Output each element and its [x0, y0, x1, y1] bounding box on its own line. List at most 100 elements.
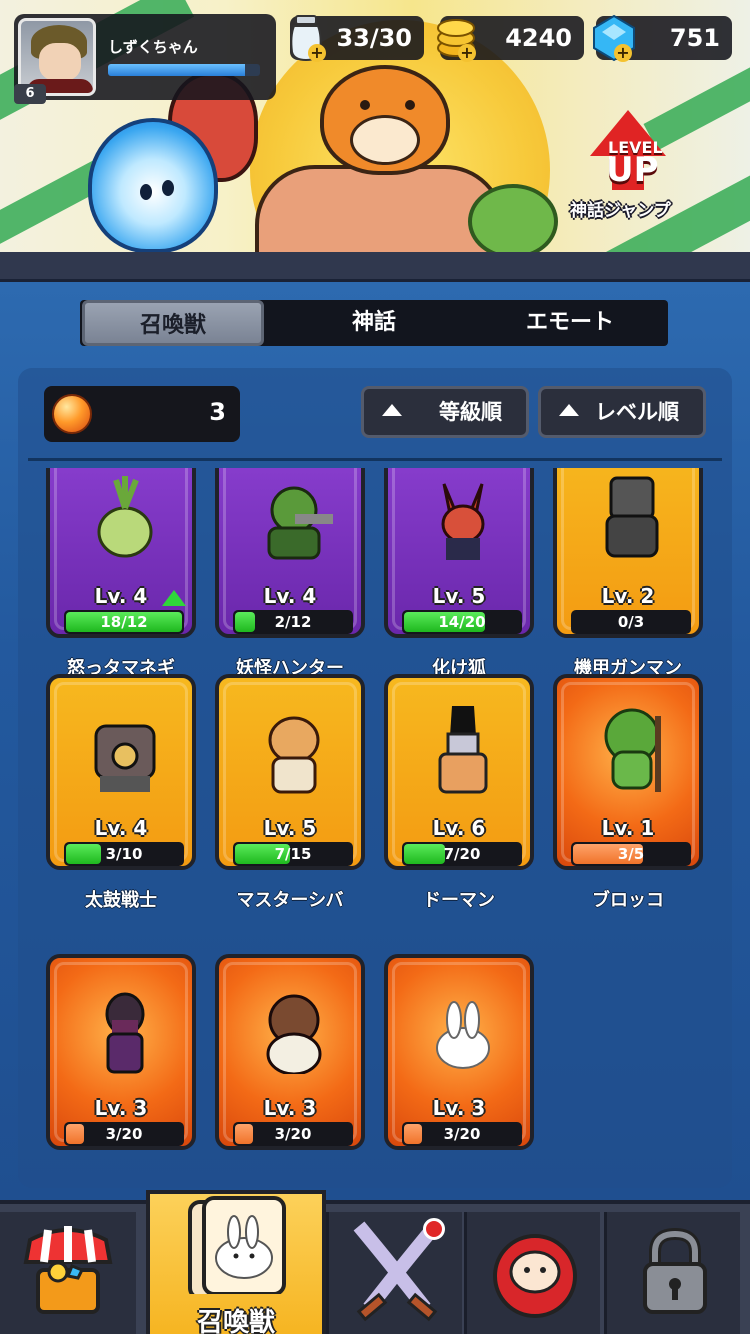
upgrade-arrow-icon — [162, 590, 186, 606]
banner-divider — [0, 252, 750, 282]
coin-add-icon[interactable]: + — [458, 44, 476, 62]
summon-card[interactable]: Lv. 4 18/12 — [46, 468, 196, 638]
card-progress-bar: 3/10 — [64, 842, 184, 866]
level-up-promo[interactable]: LEVEL UP 神話ジャンプ — [570, 100, 700, 225]
sort-by-level-label: レベル順 — [595, 400, 679, 424]
tab-emote[interactable]: エモート — [472, 300, 668, 346]
summon-name: ブロッコ — [592, 890, 664, 911]
card-progress-bar: 3/20 — [64, 1122, 184, 1146]
gem-counter[interactable]: + 751 — [593, 14, 732, 62]
sort-by-grade-button[interactable]: 等級順 — [361, 386, 529, 438]
card-level: Lv. 6 — [432, 816, 486, 840]
card-progress-bar: 3/5 — [571, 842, 691, 866]
bottom-nav: 召喚獣 — [0, 1190, 750, 1334]
summon-name: ドーマン — [423, 890, 495, 911]
summon-card[interactable]: Lv. 6 7/20 — [384, 674, 534, 870]
card-progress-text: 2/12 — [274, 613, 312, 631]
gem-add-icon[interactable]: + — [614, 44, 632, 62]
ghost-eye — [140, 184, 152, 200]
nav-battle[interactable] — [326, 1212, 462, 1334]
card-progress-text: 0/3 — [617, 613, 645, 631]
ghost-eye — [162, 180, 174, 196]
coin-counter[interactable]: + 4240 — [437, 16, 584, 62]
hero-banner[interactable]: 6 しずくちゃん + 33/30 + 4240 + 751 LEVEL UP 神… — [0, 0, 750, 252]
summon-card-grid: Lv. 4 18/12 怒っタマネギ Lv. 4 2/12 妖怪ハンター Lv. 5 14/2… — [18, 468, 732, 1188]
nav-summons[interactable]: 召喚獣 — [146, 1190, 326, 1334]
nav-daruma[interactable] — [464, 1212, 600, 1334]
card-level: Lv. 3 — [432, 1096, 486, 1120]
card-progress-text: 18/12 — [100, 613, 148, 631]
stamina-add-icon[interactable]: + — [308, 44, 326, 62]
summon-card[interactable]: Lv. 4 2/12 — [215, 468, 365, 638]
card-progress-text: 3/10 — [105, 845, 143, 863]
padlock-icon — [643, 1227, 707, 1314]
summon-card[interactable]: Lv. 4 3/10 — [46, 674, 196, 870]
orb-count: 3 — [209, 398, 226, 426]
xp-bar — [108, 64, 260, 76]
tab-bar: 召喚獣 神話 エモート — [80, 300, 668, 346]
summon-portrait — [97, 476, 153, 558]
card-progress-bar: 7/15 — [233, 842, 353, 866]
player-profile[interactable]: 6 しずくちゃん — [14, 14, 276, 104]
collection-panel: 3 等級順 レベル順 Lv. 4 18/12 怒っタマネギ Lv. 4 2/12 妖怪ハン… — [18, 368, 732, 1188]
summon-portrait — [605, 476, 659, 558]
tiger-muzzle — [350, 115, 420, 165]
blue-ghost-character — [88, 118, 218, 252]
summon-portrait — [266, 994, 322, 1074]
card-level: Lv. 2 — [601, 584, 655, 608]
tab-myth[interactable]: 神話 — [276, 300, 472, 346]
shop-stall-icon — [23, 1226, 113, 1314]
card-progress-text: 3/20 — [105, 1125, 143, 1143]
summon-card[interactable]: Lv. 2 0/3 — [553, 468, 703, 638]
sort-by-level-button[interactable]: レベル順 — [538, 386, 706, 438]
tiger-body — [255, 165, 505, 252]
tiger-eye — [405, 100, 415, 110]
summon-portrait — [441, 483, 485, 560]
coin-value: 4240 — [505, 24, 572, 52]
card-progress-bar: 2/12 — [233, 610, 353, 634]
broccoli-character — [468, 184, 558, 252]
player-name: しずくちゃん — [108, 38, 198, 56]
summon-portrait — [105, 992, 145, 1074]
card-progress-bar: 3/20 — [233, 1122, 353, 1146]
summon-card[interactable]: Lv. 3 3/20 — [384, 954, 534, 1150]
nav-locked[interactable] — [604, 1212, 740, 1334]
card-level: Lv. 3 — [263, 1096, 317, 1120]
card-progress-text: 14/20 — [438, 613, 486, 631]
card-progress-bar: 18/12 — [64, 610, 184, 634]
daruma-icon — [493, 1234, 577, 1318]
summon-portrait — [438, 706, 488, 794]
card-progress-text: 3/20 — [274, 1125, 312, 1143]
orb-counter: 3 — [44, 386, 240, 442]
level-up-big-text: UP — [606, 150, 659, 190]
battle-notification-badge — [423, 1218, 445, 1240]
card-level: Lv. 1 — [601, 816, 655, 840]
xp-bar-fill — [108, 64, 245, 76]
card-progress-text: 3/20 — [443, 1125, 481, 1143]
panel-separator — [28, 458, 722, 461]
summon-name: 太鼓戦士 — [85, 890, 157, 911]
summon-card[interactable]: Lv. 5 7/15 — [215, 674, 365, 870]
card-progress-text: 7/20 — [443, 845, 481, 863]
summon-name: マスターシバ — [236, 890, 344, 911]
stamina-counter[interactable]: + 33/30 — [290, 15, 424, 62]
tab-summons[interactable]: 召喚獣 — [82, 300, 264, 346]
card-progress-bar: 7/20 — [402, 842, 522, 866]
card-level: Lv. 5 — [263, 816, 317, 840]
sort-up-icon — [559, 404, 579, 416]
summon-card[interactable]: Lv. 1 3/5 — [553, 674, 703, 870]
level-up-caption: 神話ジャンプ — [570, 201, 671, 221]
summon-collection-screen: 召喚獣 神話 エモート 3 等級順 レベル順 Lv. 4 18/12 怒っタマネギ L… — [0, 282, 750, 1200]
summon-portrait — [268, 716, 320, 794]
summon-card[interactable]: Lv. 3 3/20 — [215, 954, 365, 1150]
avatar-face — [39, 43, 81, 81]
summon-card[interactable]: Lv. 3 3/20 — [46, 954, 196, 1150]
bunny-card-icon — [188, 1196, 286, 1294]
card-level: Lv. 5 — [432, 584, 486, 608]
summon-portrait — [267, 486, 333, 560]
summon-card[interactable]: Lv. 5 14/20 — [384, 468, 534, 638]
nav-summons-label: 召喚獣 — [196, 1308, 275, 1334]
summon-portrait — [604, 708, 661, 792]
nav-shop[interactable] — [0, 1212, 136, 1334]
summon-portrait — [94, 724, 156, 792]
